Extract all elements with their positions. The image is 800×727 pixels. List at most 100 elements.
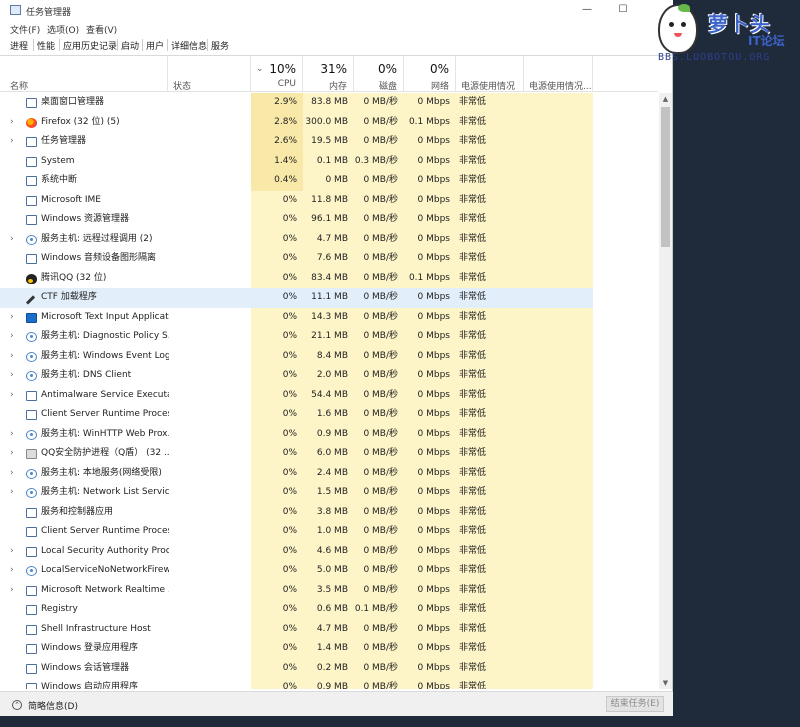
end-task-button[interactable]: 结束任务(E) (606, 696, 664, 712)
tab-details[interactable]: 详细信息 (168, 39, 210, 52)
process-name: Local Security Authority Proc... (41, 545, 169, 556)
expand-chevron-icon[interactable]: › (10, 327, 14, 347)
cpu-cell: 0% (282, 409, 297, 419)
process-icon (26, 273, 37, 284)
network-cell: 0 Mbps (417, 487, 450, 497)
process-row[interactable]: Microsoft IME 0% 11.8 MB 0 MB/秒 0 Mbps 非常低 (0, 191, 658, 211)
expand-chevron-icon[interactable]: › (10, 308, 14, 328)
memory-cell: 3.5 MB (316, 584, 348, 595)
memory-cell: 7.6 MB (316, 253, 348, 263)
process-row[interactable]: Windows 会话管理器 0% 0.2 MB 0 MB/秒 0 Mbps 非常低 (0, 659, 658, 679)
process-row[interactable]: › QQ安全防护进程（Q盾） (32 ... 0% 6.0 MB 0 MB/秒 0 Mbp… (0, 444, 658, 464)
process-row[interactable]: › Microsoft Text Input Applicat... 0% 14.3 … (0, 308, 658, 328)
cpu-cell: 0% (282, 233, 297, 244)
process-name: Microsoft IME (41, 194, 101, 205)
expand-chevron-icon[interactable]: › (10, 113, 14, 133)
process-row[interactable]: › 服务主机: 本地服务(网络受限) 0% 2.4 MB 0 MB/秒 0 Mbps 非常低 (0, 464, 658, 484)
process-row[interactable]: 服务和控制器应用 0% 3.8 MB 0 MB/秒 0 Mbps 非常低 (0, 503, 658, 523)
process-icon (26, 390, 37, 401)
process-name: 服务主机: DNS Client (41, 370, 132, 380)
process-row[interactable]: › LocalServiceNoNetworkFirew... 0% 5.0 MB 0 … (0, 561, 658, 581)
scroll-thumb[interactable] (661, 107, 670, 247)
expand-chevron-icon[interactable]: › (10, 425, 14, 445)
process-name: Client Server Runtime Process (41, 526, 169, 536)
col-power-trend-header[interactable]: 电源使用情况... (524, 56, 593, 92)
disk-cell: 0 MB/秒 (363, 370, 398, 380)
process-row[interactable]: › Antimalware Service Executa... 0% 54.4 MB… (0, 386, 658, 406)
col-disk-header[interactable]: 0% 磁盘 (354, 56, 404, 92)
col-status-header[interactable]: 状态 (168, 56, 251, 92)
disk-cell: 0 MB/秒 (363, 97, 398, 107)
process-row[interactable]: › 服务主机: Network List Service 0% 1.5 MB 0 MB/… (0, 483, 658, 503)
process-row[interactable]: › 服务主机: Diagnostic Policy S... 0% 21.1 MB 0 … (0, 327, 658, 347)
menu-view[interactable]: 查看(V) (86, 23, 117, 36)
process-row[interactable]: Windows 音频设备图形隔离 0% 7.6 MB 0 MB/秒 0 Mbps 非常低 (0, 249, 658, 269)
expand-chevron-icon[interactable]: › (10, 386, 14, 406)
tab-app-history[interactable]: 应用历史记录 (60, 39, 120, 52)
process-row[interactable]: Windows 资源管理器 0% 96.1 MB 0 MB/秒 0 Mbps 非常低 (0, 210, 658, 230)
process-row[interactable]: 系统中断 0.4% 0 MB 0 MB/秒 0 Mbps 非常低 (0, 171, 658, 191)
process-row[interactable]: › 任务管理器 2.6% 19.5 MB 0 MB/秒 0 Mbps 非常低 (0, 132, 658, 152)
collapse-up-icon[interactable]: ⌃ (12, 700, 22, 710)
col-cpu-header[interactable]: ⌄ 10% CPU (251, 56, 303, 92)
process-row[interactable]: › 服务主机: WinHTTP Web Prox... 0% 0.9 MB 0 MB/秒… (0, 425, 658, 445)
expand-chevron-icon[interactable]: › (10, 561, 14, 581)
minimize-button[interactable]: — (580, 4, 594, 16)
disk-cell: 0 MB/秒 (363, 116, 398, 127)
maximize-button[interactable]: ☐ (616, 4, 630, 16)
col-network-header[interactable]: 0% 网络 (404, 56, 456, 92)
process-row[interactable]: Shell Infrastructure Host 0% 4.7 MB 0 MB/秒 0… (0, 620, 658, 640)
process-icon (26, 605, 37, 615)
process-row[interactable]: Client Server Runtime Process 0% 1.0 MB 0 M… (0, 522, 658, 542)
menu-file[interactable]: 文件(F) (10, 23, 40, 36)
expand-chevron-icon[interactable]: › (10, 444, 14, 464)
expand-chevron-icon[interactable]: › (10, 581, 14, 601)
col-memory-header[interactable]: 31% 内存 (303, 56, 354, 92)
memory-cell: 0.1 MB (316, 155, 348, 166)
tab-performance[interactable]: 性能 (34, 39, 58, 52)
process-row[interactable]: › 服务主机: Windows Event Log 0% 8.4 MB 0 MB/秒 0 … (0, 347, 658, 367)
expand-chevron-icon[interactable]: › (10, 132, 14, 152)
tab-users[interactable]: 用户 (143, 39, 167, 52)
network-cell: 0 Mbps (417, 194, 450, 205)
process-row[interactable]: Client Server Runtime Process 0% 1.6 MB 0 M… (0, 405, 658, 425)
expand-chevron-icon[interactable]: › (10, 483, 14, 503)
process-row[interactable]: › 服务主机: DNS Client 0% 2.0 MB 0 MB/秒 0 Mbps 非常低 (0, 366, 658, 386)
col-name-header[interactable]: 名称 (0, 56, 168, 92)
col-power-header[interactable]: 电源使用情况 (456, 56, 524, 92)
scroll-down-icon[interactable]: ▼ (659, 677, 672, 689)
scroll-up-icon[interactable]: ▲ (659, 93, 672, 105)
power-usage-cell: 非常低 (459, 116, 487, 127)
process-row[interactable]: › Microsoft Network Realtime ... 0% 3.5 MB 0… (0, 581, 658, 601)
menu-options[interactable]: 选项(O) (47, 23, 79, 36)
expand-chevron-icon[interactable]: › (10, 230, 14, 250)
process-row[interactable]: › Local Security Authority Proc... 0% 4.6 M… (0, 542, 658, 562)
fewer-details-link[interactable]: 简略信息(D) (28, 699, 78, 712)
memory-cell: 4.6 MB (316, 545, 348, 556)
process-name: LocalServiceNoNetworkFirew... (41, 565, 169, 575)
tab-startup[interactable]: 启动 (118, 39, 142, 52)
expand-chevron-icon[interactable]: › (10, 464, 14, 484)
process-name: 服务主机: WinHTTP Web Prox... (41, 428, 169, 439)
process-row[interactable]: › Firefox (32 位) (5) 2.8% 300.0 MB 0 MB/秒 0.1… (0, 112, 658, 133)
process-row[interactable]: 腾讯QQ (32 位) 0% 83.4 MB 0 MB/秒 0.1 Mbps 非常低 (0, 269, 658, 289)
tab-services[interactable]: 服务 (208, 39, 232, 52)
power-usage-cell: 非常低 (459, 409, 487, 419)
cpu-cell: 0.4% (251, 171, 303, 191)
cpu-cell: 0% (282, 643, 297, 653)
network-cell: 0 Mbps (417, 311, 450, 322)
vertical-scrollbar[interactable]: ▲ ▼ (659, 93, 672, 689)
title-bar[interactable]: 任务管理器 — ☐ (0, 0, 673, 20)
power-usage-cell: 非常低 (459, 155, 487, 166)
process-row[interactable]: 桌面窗口管理器 2.9% 83.8 MB 0 MB/秒 0 Mbps 非常低 (0, 93, 658, 113)
process-row[interactable]: Windows 启动应用程序 0% 0.9 MB 0 MB/秒 0 Mbps 非常低 (0, 678, 658, 689)
process-row[interactable]: › 服务主机: 远程过程调用 (2) 0% 4.7 MB 0 MB/秒 0 Mbps 非常低 (0, 230, 658, 250)
expand-chevron-icon[interactable]: › (10, 347, 14, 367)
process-row[interactable]: Windows 登录应用程序 0% 1.4 MB 0 MB/秒 0 Mbps 非常低 (0, 639, 658, 659)
expand-chevron-icon[interactable]: › (10, 366, 14, 386)
expand-chevron-icon[interactable]: › (10, 542, 14, 562)
process-row[interactable]: System 1.4% 0.1 MB 0.3 MB/秒 0 Mbps 非常低 (0, 151, 658, 171)
tab-processes[interactable]: 进程 (7, 39, 31, 52)
process-row[interactable]: CTF 加载程序 0% 11.1 MB 0 MB/秒 0 Mbps 非常低 (0, 288, 658, 308)
process-row[interactable]: Registry 0% 0.6 MB 0.1 MB/秒 0 Mbps 非常低 (0, 600, 658, 620)
